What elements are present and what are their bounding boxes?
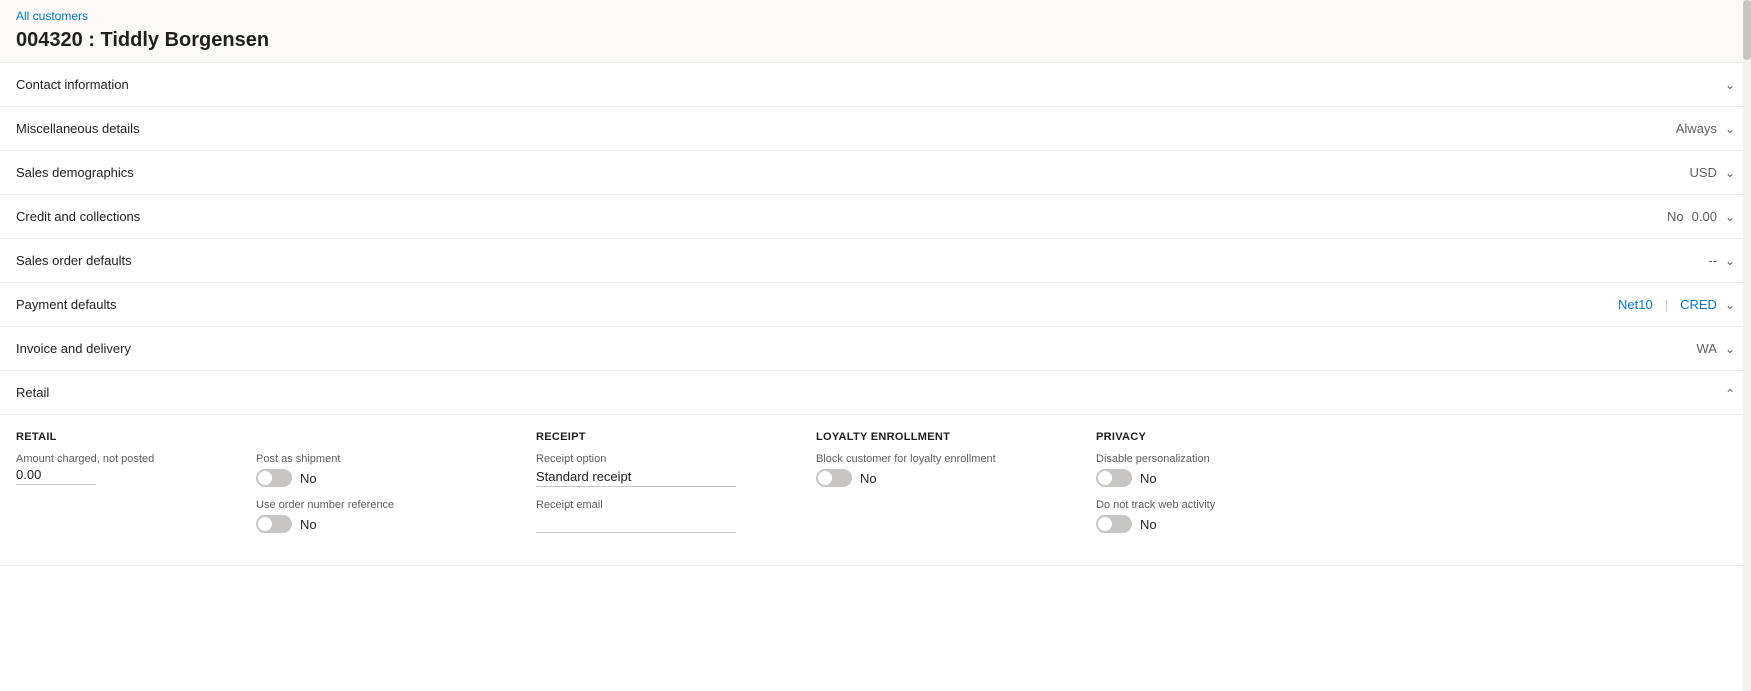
- retail-header-row[interactable]: Retail ⌄: [0, 371, 1751, 415]
- do-not-track-group: Do not track web activity No: [1096, 499, 1344, 533]
- use-order-number-label: Use order number reference: [256, 499, 504, 511]
- payment-cred-value: CRED: [1680, 297, 1717, 312]
- chevron-down-icon: ⌄: [1725, 210, 1735, 224]
- chevron-down-icon: ⌄: [1725, 342, 1735, 356]
- section-sales-demographics[interactable]: Sales demographics USD ⌄: [0, 151, 1751, 195]
- section-sales-demo-meta: USD: [1689, 165, 1716, 180]
- post-as-shipment-value: No: [300, 471, 317, 486]
- retail-loyalty-col: LOYALTY ENROLLMENT Block customer for lo…: [816, 431, 1096, 545]
- disable-personalization-toggle-row: No: [1096, 469, 1344, 487]
- page-container: All customers 004320 : Tiddly Borgensen …: [0, 0, 1751, 691]
- block-loyalty-toggle-row: No: [816, 469, 1064, 487]
- retail-privacy-col: PRIVACY Disable personalization No Do no…: [1096, 431, 1376, 545]
- payment-net10-value: Net10: [1618, 297, 1653, 312]
- section-sales-order-defaults[interactable]: Sales order defaults -- ⌄: [0, 239, 1751, 283]
- do-not-track-label: Do not track web activity: [1096, 499, 1344, 511]
- use-order-number-toggle[interactable]: [256, 515, 292, 533]
- section-contact-information[interactable]: Contact information ⌄: [0, 63, 1751, 107]
- section-payment-meta: Net10 | CRED: [1618, 297, 1717, 312]
- disable-personalization-toggle[interactable]: [1096, 469, 1132, 487]
- chevron-down-icon: ⌄: [1725, 78, 1735, 92]
- receipt-col-header: RECEIPT: [536, 431, 784, 443]
- disable-personalization-value: No: [1140, 471, 1157, 486]
- receipt-option-group: Receipt option: [536, 453, 784, 487]
- retail-receipt-col: RECEIPT Receipt option Receipt email: [536, 431, 816, 545]
- chevron-down-icon: ⌄: [1725, 254, 1735, 268]
- scroll-thumb[interactable]: [1743, 0, 1751, 60]
- section-sales-order-label: Sales order defaults: [16, 253, 1708, 268]
- section-payment-defaults[interactable]: Payment defaults Net10 | CRED ⌄: [0, 283, 1751, 327]
- page-title: 004320 : Tiddly Borgensen: [0, 25, 1751, 62]
- post-as-shipment-group: Post as shipment No: [256, 453, 504, 487]
- do-not-track-toggle-row: No: [1096, 515, 1344, 533]
- section-retail: Retail ⌄ RETAIL Amount charged, not post…: [0, 371, 1751, 566]
- section-credit-meta: No 0.00: [1667, 209, 1717, 224]
- retail-section-label: Retail: [16, 385, 1717, 400]
- breadcrumb-link[interactable]: All customers: [16, 9, 88, 23]
- block-loyalty-group: Block customer for loyalty enrollment No: [816, 453, 1064, 487]
- chevron-down-icon: ⌄: [1725, 122, 1735, 136]
- amount-charged-label: Amount charged, not posted: [16, 453, 224, 465]
- retail-shipment-col: _ Post as shipment No Use order number r…: [256, 431, 536, 545]
- do-not-track-toggle[interactable]: [1096, 515, 1132, 533]
- block-loyalty-value: No: [860, 471, 877, 486]
- retail-col-header: RETAIL: [16, 431, 224, 443]
- chevron-up-icon: ⌄: [1725, 386, 1735, 400]
- credit-no-value: No: [1667, 209, 1684, 224]
- section-invoice-label: Invoice and delivery: [16, 341, 1696, 356]
- section-miscellaneous-details[interactable]: Miscellaneous details Always ⌄: [0, 107, 1751, 151]
- post-as-shipment-toggle[interactable]: [256, 469, 292, 487]
- chevron-down-icon: ⌄: [1725, 166, 1735, 180]
- do-not-track-value: No: [1140, 517, 1157, 532]
- amount-charged-value: 0.00: [16, 467, 96, 485]
- privacy-col-header: PRIVACY: [1096, 431, 1344, 443]
- section-misc-label: Miscellaneous details: [16, 121, 1676, 136]
- use-order-number-group: Use order number reference No: [256, 499, 504, 533]
- receipt-option-input[interactable]: [536, 467, 736, 487]
- scroll-track: [1743, 0, 1751, 691]
- receipt-email-label: Receipt email: [536, 499, 784, 511]
- section-misc-meta: Always: [1676, 121, 1717, 136]
- loyalty-col-header: LOYALTY ENROLLMENT: [816, 431, 1064, 443]
- section-credit-label: Credit and collections: [16, 209, 1667, 224]
- chevron-down-icon: ⌄: [1725, 298, 1735, 312]
- section-payment-label: Payment defaults: [16, 297, 1618, 312]
- disable-personalization-group: Disable personalization No: [1096, 453, 1344, 487]
- credit-amount-value: 0.00: [1692, 209, 1717, 224]
- retail-content: RETAIL Amount charged, not posted 0.00 _…: [0, 415, 1751, 565]
- section-contact-label: Contact information: [16, 77, 1717, 92]
- use-order-number-toggle-row: No: [256, 515, 504, 533]
- breadcrumb-area: All customers: [0, 0, 1751, 25]
- block-loyalty-toggle[interactable]: [816, 469, 852, 487]
- section-invoice-delivery[interactable]: Invoice and delivery WA ⌄: [0, 327, 1751, 371]
- section-sales-demo-label: Sales demographics: [16, 165, 1689, 180]
- block-loyalty-label: Block customer for loyalty enrollment: [816, 453, 1064, 465]
- retail-retail-col: RETAIL Amount charged, not posted 0.00: [16, 431, 256, 545]
- receipt-email-group: Receipt email: [536, 499, 784, 533]
- post-as-shipment-toggle-row: No: [256, 469, 504, 487]
- use-order-number-value: No: [300, 517, 317, 532]
- section-sales-order-meta: --: [1708, 253, 1717, 268]
- post-as-shipment-label: Post as shipment: [256, 453, 504, 465]
- disable-personalization-label: Disable personalization: [1096, 453, 1344, 465]
- receipt-option-label: Receipt option: [536, 453, 784, 465]
- section-invoice-meta: WA: [1696, 341, 1716, 356]
- section-credit-collections[interactable]: Credit and collections No 0.00 ⌄: [0, 195, 1751, 239]
- payment-pipe: |: [1661, 297, 1672, 312]
- receipt-email-input[interactable]: [536, 513, 736, 533]
